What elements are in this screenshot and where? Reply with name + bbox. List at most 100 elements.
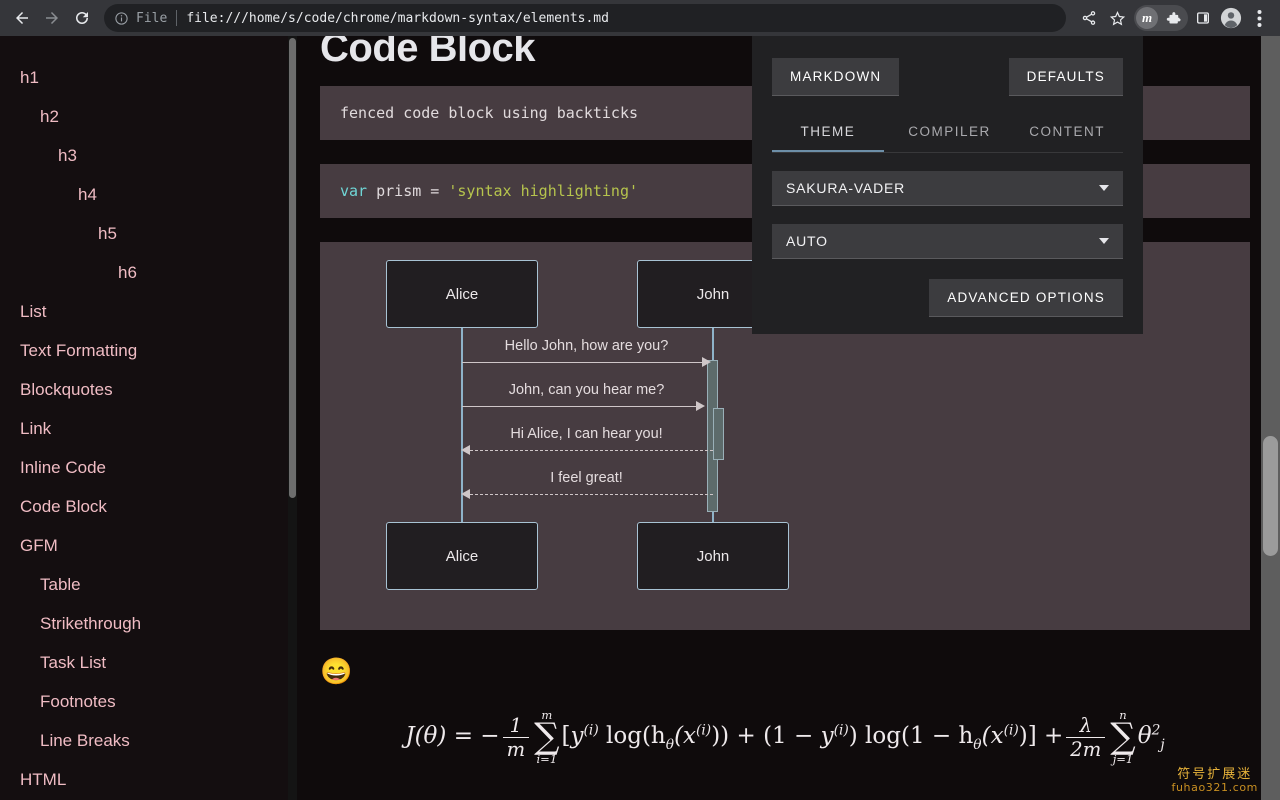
chevron-down-icon bbox=[1099, 238, 1109, 244]
sidebar-item-strikethrough[interactable]: Strikethrough bbox=[0, 604, 290, 643]
sidebar-item-text-formatting[interactable]: Text Formatting bbox=[0, 331, 290, 370]
sidebar-item-h1[interactable]: h1 bbox=[0, 58, 290, 97]
url-text[interactable]: file:///home/s/code/chrome/markdown-synt… bbox=[186, 11, 609, 26]
sidebar-item-h6[interactable]: h6 bbox=[0, 253, 290, 292]
sidebar-item-h2[interactable]: h2 bbox=[0, 97, 290, 136]
browser-toolbar: File file:///home/s/code/chrome/markdown… bbox=[0, 0, 1280, 36]
message-arrow-3 bbox=[461, 445, 470, 455]
watermark-url-text: fuhao321.com bbox=[1171, 780, 1258, 794]
message-label-2: John, can you hear me? bbox=[508, 382, 665, 398]
sidebar-item-gfm[interactable]: GFM bbox=[0, 526, 290, 565]
math-sub-j: j bbox=[1160, 736, 1165, 753]
sidebar-item-h5[interactable]: h5 bbox=[0, 214, 290, 253]
side-panel-icon[interactable] bbox=[1190, 5, 1216, 31]
math-sup-i-1: (i) bbox=[583, 722, 599, 739]
tab-content[interactable]: CONTENT bbox=[1011, 115, 1123, 152]
message-arrow-1 bbox=[702, 357, 711, 367]
tab-compiler[interactable]: COMPILER bbox=[894, 115, 1006, 152]
theme-select[interactable]: SAKURA-VADER bbox=[772, 171, 1123, 206]
settings-popup-panel: MARKDOWN DEFAULTS THEME COMPILER CONTENT… bbox=[752, 36, 1143, 334]
url-scheme-label: File bbox=[136, 10, 168, 26]
math-xopen-1: (x bbox=[674, 723, 697, 750]
sidebar-item-html[interactable]: HTML bbox=[0, 760, 290, 799]
math-sum-2: n ∑ j=1 bbox=[1110, 708, 1136, 767]
math-sup-i-2: (i) bbox=[696, 722, 712, 739]
math-theta-sub-2: θ bbox=[973, 736, 982, 753]
math-y-2: y bbox=[820, 723, 834, 750]
math-sum-1: m ∑ i=1 bbox=[534, 708, 560, 767]
table-of-contents-sidebar: h1 h2 h3 h4 h5 h6 List Text Formatting B… bbox=[0, 36, 290, 800]
kebab-menu-icon[interactable] bbox=[1246, 5, 1272, 31]
puzzle-piece-icon[interactable] bbox=[1160, 5, 1186, 31]
sidebar-scrollbar[interactable] bbox=[288, 36, 297, 800]
bookmark-star-icon[interactable] bbox=[1104, 5, 1130, 31]
message-label-4: I feel great! bbox=[550, 470, 623, 486]
math-lhs: J(θ) bbox=[405, 723, 447, 750]
share-icon[interactable] bbox=[1076, 5, 1102, 31]
math-y: y bbox=[570, 723, 584, 750]
sidebar-item-code-block[interactable]: Code Block bbox=[0, 487, 290, 526]
forward-button[interactable] bbox=[38, 4, 66, 32]
defaults-button[interactable]: DEFAULTS bbox=[1008, 58, 1123, 96]
theme-select-value: SAKURA-VADER bbox=[786, 180, 906, 196]
message-arrow-4 bbox=[461, 489, 470, 499]
token-string: 'syntax highlighting' bbox=[448, 182, 639, 200]
profile-avatar-icon[interactable] bbox=[1218, 5, 1244, 31]
omnibox-divider bbox=[176, 10, 178, 26]
main-scrollbar-thumb[interactable] bbox=[1263, 436, 1278, 556]
sidebar-item-link[interactable]: Link bbox=[0, 409, 290, 448]
address-bar[interactable]: File file:///home/s/code/chrome/markdown… bbox=[104, 4, 1066, 32]
extension-pill: m bbox=[1134, 5, 1188, 31]
message-line-3 bbox=[470, 450, 713, 451]
math-sup-i-4: (i) bbox=[1003, 722, 1019, 739]
actor-alice-bottom: Alice bbox=[386, 522, 538, 590]
sidebar-item-task-list[interactable]: Task List bbox=[0, 643, 290, 682]
mode-select-value: AUTO bbox=[786, 233, 828, 249]
message-label-3: Hi Alice, I can hear you! bbox=[510, 426, 663, 442]
code-text: fenced code block using backticks bbox=[340, 104, 639, 122]
settings-tabs: THEME COMPILER CONTENT bbox=[772, 115, 1123, 153]
back-button[interactable] bbox=[8, 4, 36, 32]
math-plus-1: + bbox=[736, 723, 756, 750]
activation-john-inner bbox=[713, 408, 724, 460]
info-circle-icon[interactable] bbox=[114, 11, 129, 26]
actor-john-bottom: John bbox=[637, 522, 789, 590]
reload-button[interactable] bbox=[68, 4, 96, 32]
sidebar-item-h4[interactable]: h4 bbox=[0, 175, 290, 214]
math-log1: log(h bbox=[606, 723, 666, 750]
math-theta-j: θ bbox=[1137, 723, 1152, 750]
markdown-extension-icon[interactable]: m bbox=[1136, 7, 1158, 29]
main-scrollbar[interactable] bbox=[1261, 36, 1280, 800]
math-log2: log(1 − h bbox=[865, 723, 974, 750]
message-label-1: Hello John, how are you? bbox=[504, 338, 669, 354]
sidebar-item-blockquotes[interactable]: Blockquotes bbox=[0, 370, 290, 409]
advanced-options-button[interactable]: ADVANCED OPTIONS bbox=[929, 279, 1123, 317]
sidebar-item-list[interactable]: List bbox=[0, 292, 290, 331]
sidebar-item-footnotes[interactable]: Footnotes bbox=[0, 682, 290, 721]
tab-theme[interactable]: THEME bbox=[772, 115, 884, 152]
math-xopen-2: (x bbox=[981, 723, 1004, 750]
token-keyword: var bbox=[340, 182, 368, 200]
emoji-grinning: 😄 bbox=[320, 656, 353, 686]
sidebar-item-h3[interactable]: h3 bbox=[0, 136, 290, 175]
message-line-2 bbox=[462, 406, 699, 407]
advanced-options-row: ADVANCED OPTIONS bbox=[772, 279, 1123, 317]
sidebar-item-table[interactable]: Table bbox=[0, 565, 290, 604]
markdown-button[interactable]: MARKDOWN bbox=[772, 58, 900, 96]
math-frac-1-over-m: 1m bbox=[502, 714, 530, 761]
message-line-1 bbox=[462, 362, 705, 363]
sidebar-item-line-breaks[interactable]: Line Breaks bbox=[0, 721, 290, 760]
token-plain: prism = bbox=[367, 182, 449, 200]
mode-select[interactable]: AUTO bbox=[772, 224, 1123, 259]
watermark: 符号扩展迷 fuhao321.com bbox=[1171, 766, 1258, 794]
math-bracket-open: [ bbox=[561, 723, 571, 750]
math-frac-lambda-over-2m: λ 2m bbox=[1066, 714, 1106, 761]
math-minus: − bbox=[480, 723, 500, 750]
sidebar-item-inline-code[interactable]: Inline Code bbox=[0, 448, 290, 487]
chevron-down-icon bbox=[1099, 185, 1109, 191]
sidebar-scrollbar-thumb[interactable] bbox=[289, 38, 296, 498]
math-paren-close-1: ) bbox=[848, 723, 858, 750]
message-arrow-2 bbox=[696, 401, 705, 411]
page-viewport: h1 h2 h3 h4 h5 h6 List Text Formatting B… bbox=[0, 36, 1280, 800]
watermark-cn-text: 符号扩展迷 bbox=[1177, 766, 1253, 782]
